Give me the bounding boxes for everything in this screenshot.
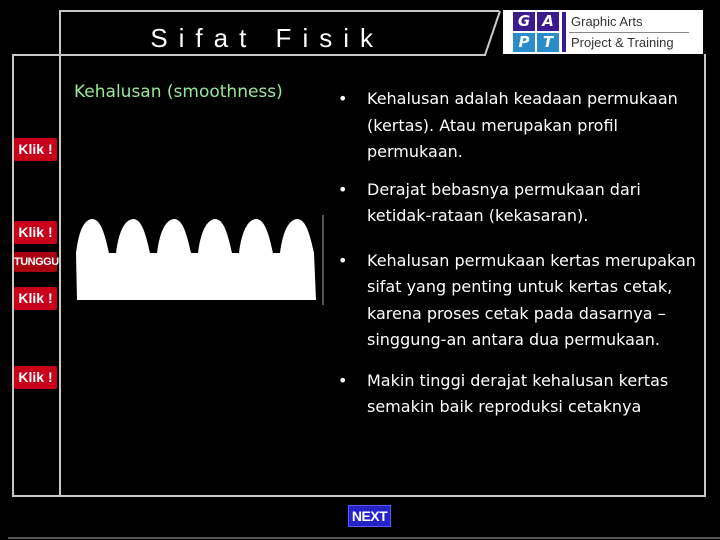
next-button[interactable]: NEXT: [348, 505, 391, 527]
bullet-item: Derajat bebasnya permukaan dari ketidak-…: [338, 177, 698, 230]
section-subtitle: Kehalusan (smoothness): [74, 82, 283, 102]
logo-cell-p: P: [513, 33, 535, 52]
page-title: Sifat Fisik: [150, 23, 384, 53]
tunggu-button[interactable]: TUNGGU: [14, 252, 59, 272]
klik-button-1[interactable]: Klik !: [14, 138, 57, 161]
frame-bottom: [12, 495, 706, 497]
logo: G A P T Graphic Arts Project & Training: [503, 10, 703, 54]
logo-line2: Project & Training: [571, 35, 674, 50]
bullet-item: Kehalusan adalah keadaan permukaan (kert…: [338, 86, 698, 166]
logo-bar: [562, 12, 566, 52]
bullet-item: Makin tinggi derajat kehalusan kertas se…: [338, 368, 698, 421]
logo-cell-a: A: [537, 12, 559, 31]
klik-button-3[interactable]: Klik !: [14, 287, 57, 310]
logo-cell-t: T: [537, 33, 559, 52]
frame-right: [704, 54, 706, 497]
frame-left: [12, 54, 14, 497]
logo-divider: [569, 32, 689, 33]
title-box: Sifat Fisik: [59, 10, 499, 55]
frame-title-left: [59, 10, 61, 497]
surface-profile-shape: [76, 219, 316, 300]
surface-profile-figure: [76, 215, 324, 305]
bottom-rule: [8, 537, 720, 539]
logo-line1: Graphic Arts: [571, 14, 643, 29]
klik-button-2[interactable]: Klik !: [14, 221, 57, 244]
bullet-list: Kehalusan adalah keadaan permukaan (kert…: [338, 86, 698, 432]
klik-button-4[interactable]: Klik !: [14, 366, 57, 389]
logo-cell-g: G: [513, 12, 535, 31]
bullet-item: Kehalusan permukaan kertas merupakan sif…: [338, 248, 698, 354]
